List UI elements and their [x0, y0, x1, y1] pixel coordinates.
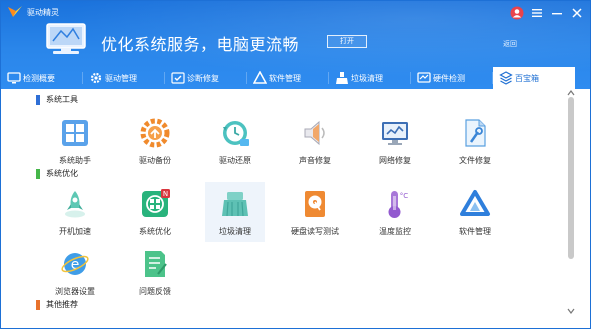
tool-label: 垃圾清理 — [219, 227, 251, 236]
tab-label: 检测概要 — [23, 73, 55, 83]
tool-driver-backup[interactable]: 驱动备份 — [125, 111, 185, 171]
menu-icon[interactable] — [530, 6, 544, 20]
thermometer-icon: °C — [388, 191, 409, 218]
optimize-icon: N — [142, 189, 170, 217]
network-monitor-icon — [382, 122, 408, 145]
section-marker — [36, 299, 40, 310]
tool-driver-restore[interactable]: 驱动还原 — [205, 111, 265, 171]
scrollbar-thumb[interactable] — [568, 97, 574, 259]
toolbox-icon — [499, 71, 513, 85]
rocket-icon — [65, 191, 85, 218]
app-window: 驱动精灵 优化系统服务，电脑更流畅 打开 返回 检测概要 驱动管理 诊断修复 软… — [0, 0, 591, 329]
tab-label: 软件管理 — [269, 73, 301, 83]
hardware-icon — [417, 72, 431, 83]
file-repair-icon — [465, 119, 486, 147]
tab-label: 驱动管理 — [105, 73, 137, 83]
tool-label: 硬盘读写测试 — [291, 227, 339, 236]
scroll-up-icon[interactable] — [567, 90, 575, 96]
tool-browser-settings[interactable]: e 浏览器设置 — [45, 242, 105, 302]
app-logo-icon — [8, 6, 22, 17]
tab-label: 硬件检测 — [433, 73, 465, 83]
tab-overview[interactable]: 检测概要 — [1, 67, 83, 89]
back-link[interactable]: 返回 — [503, 39, 517, 49]
section-marker — [36, 94, 40, 105]
repair-icon — [171, 72, 185, 84]
section-title: 系统优化 — [46, 169, 78, 178]
tool-software-manage[interactable]: 软件管理 — [445, 182, 505, 242]
windows-icon — [62, 120, 88, 146]
tool-junk-clean[interactable]: 垃圾清理 — [205, 182, 265, 242]
feedback-icon — [145, 251, 167, 277]
clock-restore-icon — [223, 121, 249, 146]
gear-icon — [90, 72, 102, 84]
software-icon — [253, 71, 267, 84]
browser-icon: e — [61, 253, 89, 275]
tool-label: 驱动备份 — [139, 156, 171, 165]
monitor-icon — [7, 72, 21, 84]
tool-file-repair[interactable]: 文件修复 — [445, 111, 505, 171]
tab-driver-manage[interactable]: 驱动管理 — [83, 67, 165, 89]
svg-text:N: N — [163, 190, 168, 198]
tool-label: 文件修复 — [459, 156, 491, 165]
tool-disk-rw-test[interactable]: 硬盘读写测试 — [285, 182, 345, 242]
service-monitor-icon — [46, 23, 86, 54]
tab-label: 垃圾清理 — [351, 73, 383, 83]
tool-system-optimize[interactable]: N 系统优化 — [125, 182, 185, 242]
header: 驱动精灵 优化系统服务，电脑更流畅 打开 返回 检测概要 驱动管理 诊断修复 软… — [1, 1, 590, 89]
tab-software-manage[interactable]: 软件管理 — [247, 67, 329, 89]
tool-temp-monitor[interactable]: °C 温度监控 — [365, 182, 425, 242]
window-controls — [510, 5, 584, 21]
tab-label: 百宝箱 — [515, 73, 539, 83]
tab-label: 诊断修复 — [187, 73, 219, 83]
tab-toolbox[interactable]: 百宝箱 — [493, 67, 575, 89]
tool-network-repair[interactable]: 网络修复 — [365, 111, 425, 171]
tool-label: 问题反馈 — [139, 287, 171, 296]
tool-boot-speedup[interactable]: 开机加速 — [45, 182, 105, 242]
tool-label: 声音修复 — [299, 156, 331, 165]
app-title: 驱动精灵 — [27, 8, 59, 17]
software-triangle-icon — [460, 190, 490, 216]
tool-feedback[interactable]: 问题反馈 — [125, 242, 185, 302]
tool-label: 温度监控 — [379, 227, 411, 236]
section-other: 其他推荐 — [36, 299, 78, 310]
main-tabs: 检测概要 驱动管理 诊断修复 软件管理 垃圾清理 硬件检测 百宝箱 — [1, 67, 590, 89]
tab-hardware-detect[interactable]: 硬件检测 — [411, 67, 493, 89]
tool-label: 系统优化 — [139, 227, 171, 236]
tool-label: 浏览器设置 — [55, 287, 95, 296]
open-button[interactable]: 打开 — [327, 35, 367, 48]
tool-sound-repair[interactable]: 声音修复 — [285, 111, 345, 171]
tool-system-assistant[interactable]: 系统助手 — [45, 111, 105, 171]
section-title: 其他推荐 — [46, 300, 78, 309]
tab-diagnose-repair[interactable]: 诊断修复 — [165, 67, 247, 89]
hard-disk-icon — [305, 191, 325, 217]
broom-icon — [222, 192, 248, 217]
scroll-down-icon[interactable] — [567, 308, 575, 314]
user-avatar-icon[interactable] — [510, 6, 524, 20]
close-icon[interactable] — [570, 6, 584, 20]
speaker-icon — [304, 120, 325, 146]
broom-icon — [336, 72, 348, 84]
section-marker — [36, 168, 40, 179]
tool-label: 软件管理 — [459, 227, 491, 236]
section-system-optimize: 系统优化 — [36, 168, 78, 179]
banner-title: 优化系统服务，电脑更流畅 — [101, 35, 300, 54]
tool-label: 系统助手 — [59, 156, 91, 165]
tool-label: 驱动还原 — [219, 156, 251, 165]
minimize-icon[interactable] — [550, 6, 564, 20]
tool-label: 开机加速 — [59, 227, 91, 236]
tool-label: 网络修复 — [379, 156, 411, 165]
tab-junk-clean[interactable]: 垃圾清理 — [329, 67, 411, 89]
section-title: 系统工具 — [46, 95, 78, 104]
svg-text:°C: °C — [400, 192, 409, 200]
section-system-tools: 系统工具 — [36, 94, 78, 105]
gear-backup-icon — [140, 118, 170, 148]
